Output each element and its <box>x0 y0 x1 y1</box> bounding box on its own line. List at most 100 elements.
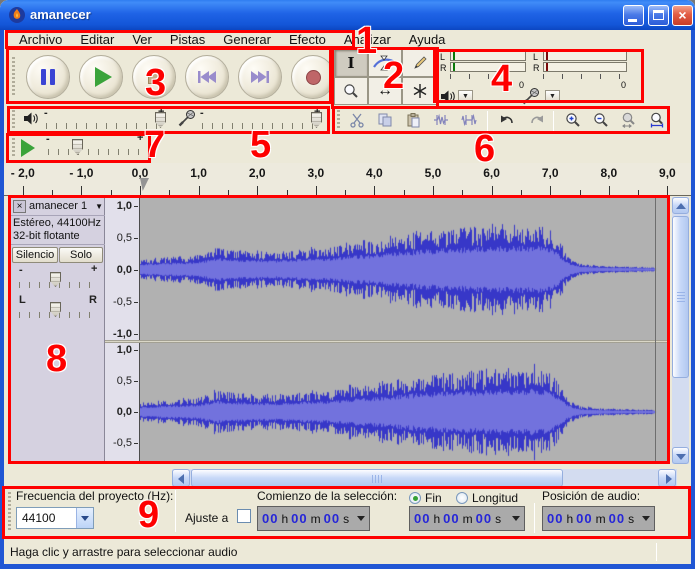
close-button[interactable]: × <box>672 5 693 26</box>
time-seconds[interactable]: 00 <box>609 511 625 526</box>
pause-button[interactable] <box>26 55 70 99</box>
paste-button[interactable] <box>399 109 426 131</box>
track-title-menu[interactable]: amanecer 1 ▼ <box>29 200 103 213</box>
toolbar-grip[interactable] <box>12 110 15 130</box>
scroll-left-button[interactable] <box>172 469 190 487</box>
timeline-major-tick <box>608 186 610 195</box>
minimize-button[interactable] <box>623 5 644 26</box>
pan-left-label: L <box>19 294 26 306</box>
track-close-button[interactable]: × <box>13 200 26 213</box>
output-device-dropdown[interactable]: ▼ <box>458 90 473 103</box>
amplitude-tick <box>134 301 138 303</box>
amplitude-tick <box>134 412 138 413</box>
menu-analizar[interactable]: Analizar <box>335 32 400 47</box>
waveform-channel-1[interactable] <box>140 197 667 340</box>
length-radio-button[interactable] <box>456 492 468 504</box>
play-at-speed-button[interactable] <box>16 137 40 159</box>
toolbar-separator <box>534 503 535 533</box>
fit-selection-button[interactable] <box>615 109 642 131</box>
input-volume-slider[interactable] <box>202 123 320 129</box>
menu-ver[interactable]: Ver <box>123 32 161 47</box>
input-meter-left-bar <box>543 51 627 61</box>
skip-to-start-button[interactable] <box>185 55 229 99</box>
zoom-in-button[interactable] <box>559 109 586 131</box>
output-volume-slider[interactable] <box>46 123 164 129</box>
chevron-down-icon[interactable] <box>642 516 650 521</box>
menu-generar[interactable]: Generar <box>214 32 280 47</box>
time-minutes[interactable]: 00 <box>291 511 307 526</box>
menu-pistas[interactable]: Pistas <box>161 32 214 47</box>
timeline-major-tick <box>374 186 376 195</box>
selection-start-time-field[interactable]: 00 h 00 m 00 s <box>257 506 370 531</box>
draw-tool-button[interactable] <box>402 49 437 77</box>
copy-button[interactable] <box>371 109 398 131</box>
vertical-ruler-channel-1[interactable]: 1,0 0,5 0,0 -0,5 -1,0 <box>105 197 140 340</box>
scroll-up-button[interactable] <box>672 197 689 214</box>
selection-end-time-field[interactable]: 00 h 00 m 00 s <box>409 506 525 531</box>
mute-button[interactable]: Silencio <box>12 247 58 263</box>
time-seconds[interactable]: 00 <box>476 511 492 526</box>
amplitude-tick <box>134 350 138 351</box>
menu-efecto[interactable]: Efecto <box>280 32 335 47</box>
audio-position-time-field[interactable]: 00 h 00 m 00 s <box>542 506 655 531</box>
output-meter-left-label: L <box>440 52 446 62</box>
redo-button[interactable] <box>523 109 550 131</box>
combo-dropdown-button[interactable] <box>76 508 93 528</box>
timeline-ruler[interactable]: - 2,0 - 1,0 0,0 1,0 2,0 3,0 4,0 5,0 6,0 7,0 8,0 9,0 <box>4 163 691 196</box>
end-radio-button[interactable] <box>409 492 421 504</box>
title-bar[interactable]: amanecer × <box>0 0 695 30</box>
time-minutes[interactable]: 00 <box>443 511 459 526</box>
toolbar-grip[interactable] <box>12 138 15 158</box>
zoom-tool-button[interactable] <box>334 77 368 105</box>
trim-outside-selection-button[interactable] <box>427 109 454 131</box>
time-hours[interactable]: 00 <box>547 511 563 526</box>
envelope-tool-button[interactable] <box>368 49 402 77</box>
selection-tool-button[interactable]: I <box>334 49 368 77</box>
play-at-speed-icon <box>21 139 35 157</box>
thumb-grip <box>372 475 382 483</box>
vertical-scrollbar-thumb[interactable] <box>672 216 689 378</box>
menu-archivo[interactable]: Archivo <box>10 32 71 47</box>
silence-selection-button[interactable] <box>455 109 482 131</box>
menu-editar[interactable]: Editar <box>71 32 123 47</box>
maximize-button[interactable] <box>648 5 669 26</box>
time-minutes[interactable]: 00 <box>576 511 592 526</box>
time-seconds[interactable]: 00 <box>324 511 340 526</box>
amplitude-label: 0,0 <box>116 263 132 276</box>
vertical-ruler-channel-2[interactable]: 1,0 0,5 0,0 -0,5 <box>105 343 140 461</box>
stop-button[interactable] <box>132 55 176 99</box>
toolbar-grip[interactable] <box>8 492 11 532</box>
window-border-bottom <box>0 564 695 569</box>
scroll-down-button[interactable] <box>672 447 689 464</box>
fit-project-button[interactable] <box>643 109 670 131</box>
zoom-out-button[interactable] <box>587 109 614 131</box>
time-shift-tool-button[interactable]: ↔ <box>368 77 402 105</box>
playback-speed-slider[interactable] <box>48 149 144 155</box>
scroll-right-button[interactable] <box>658 469 676 487</box>
minimize-icon <box>628 19 637 22</box>
play-button[interactable] <box>79 55 123 99</box>
toolbar-grip[interactable] <box>337 110 340 130</box>
solo-button[interactable]: Solo <box>59 247 103 263</box>
cut-button[interactable] <box>343 109 370 131</box>
snap-to-checkbox[interactable] <box>237 509 251 523</box>
horizontal-scrollbar-thumb[interactable] <box>191 469 563 487</box>
menu-ayuda[interactable]: Ayuda <box>400 32 455 47</box>
time-hours[interactable]: 00 <box>414 511 430 526</box>
multi-tool-button[interactable] <box>402 77 437 105</box>
time-hours[interactable]: 00 <box>262 511 278 526</box>
skip-to-end-button[interactable] <box>238 55 282 99</box>
record-button[interactable] <box>291 55 335 99</box>
record-icon <box>305 69 321 85</box>
timeline-label: - 1,0 <box>69 166 94 180</box>
waveform-channel-2[interactable] <box>140 343 667 461</box>
time-minutes-unit: m <box>310 511 321 526</box>
toolbar-grip[interactable] <box>12 57 15 97</box>
timeline-major-tick <box>433 186 434 195</box>
annotation-box-5 <box>7 106 330 134</box>
undo-button[interactable] <box>493 109 520 131</box>
input-device-dropdown[interactable]: ▼ <box>545 90 560 103</box>
project-rate-combo[interactable]: 44100 <box>16 507 94 529</box>
chevron-down-icon[interactable] <box>357 516 365 521</box>
chevron-down-icon[interactable] <box>512 516 520 521</box>
